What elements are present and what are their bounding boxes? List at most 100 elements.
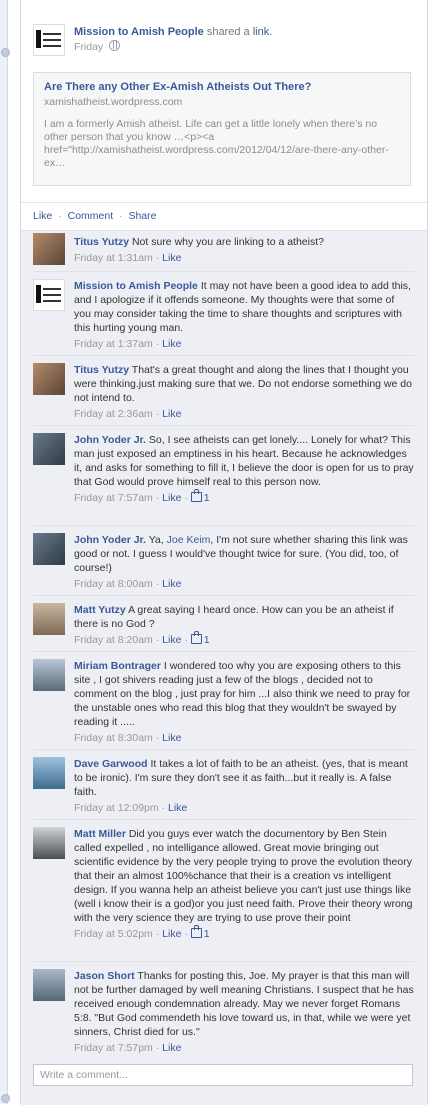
- page-logo[interactable]: [33, 24, 65, 56]
- like-count: 1: [203, 634, 210, 646]
- comment-text-prefix: Ya,: [148, 534, 164, 546]
- comment-author[interactable]: Matt Yutzy: [74, 604, 126, 616]
- comment-time[interactable]: Friday at 8:00am: [74, 578, 153, 590]
- globe-icon[interactable]: [109, 40, 121, 51]
- comment-time[interactable]: Friday at 8:20am: [74, 634, 153, 646]
- avatar[interactable]: [33, 363, 65, 395]
- meta-separator: ·: [184, 634, 188, 646]
- comment-time[interactable]: Friday at 7:57pm: [74, 1042, 153, 1054]
- comment-time[interactable]: Friday at 1:37am: [74, 338, 153, 350]
- comment: Matt Yutzy A great saying I heard once. …: [33, 595, 415, 652]
- action-separator: ·: [58, 210, 62, 222]
- avatar[interactable]: [33, 827, 65, 859]
- comment-author[interactable]: Jason Short: [74, 970, 135, 982]
- avatar[interactable]: [33, 603, 65, 635]
- logo-text-line: [43, 45, 61, 47]
- comment-like-count[interactable]: 1: [190, 489, 210, 504]
- comment-time[interactable]: Friday at 12:09pm: [74, 802, 159, 814]
- timeline-dot: [1, 1094, 10, 1103]
- comment-like-button[interactable]: Like: [162, 578, 181, 590]
- mention-link[interactable]: Joe Keim: [167, 534, 211, 546]
- comment-time[interactable]: Friday at 7:57am: [74, 492, 153, 504]
- post-time[interactable]: Friday: [74, 41, 103, 53]
- meta-separator: ·: [161, 802, 166, 814]
- write-comment-input[interactable]: Write a comment...: [33, 1064, 413, 1086]
- comment-like-count[interactable]: 1: [190, 925, 210, 940]
- meta-separator: ·: [155, 252, 160, 264]
- shared-link-description: I am a formerly Amish atheist. Life can …: [44, 118, 389, 169]
- shared-link-title[interactable]: Are There any Other Ex-Amish Atheists Ou…: [44, 81, 400, 94]
- timeline-line: [0, 0, 8, 1104]
- comment-button[interactable]: Comment: [68, 210, 114, 222]
- comment-time[interactable]: Friday at 2:36am: [74, 408, 153, 420]
- post-header: Mission to Amish People shared a link. F…: [33, 22, 423, 62]
- thumbs-up-icon: [190, 489, 202, 502]
- page-name-link[interactable]: Mission to Amish People: [74, 26, 204, 38]
- comment-author[interactable]: John Yoder Jr.: [74, 534, 146, 546]
- post-card: Mission to Amish People shared a link. F…: [20, 0, 428, 1105]
- shared-link[interactable]: link.: [253, 26, 273, 38]
- comment: Titus Yutzy Not sure why you are linking…: [33, 231, 415, 272]
- comment-like-button[interactable]: Like: [162, 338, 181, 350]
- comment-like-button[interactable]: Like: [168, 802, 187, 814]
- post-actions: Like · Comment · Share: [21, 202, 427, 230]
- action-separator: ·: [119, 210, 123, 222]
- shared-link-domain: xamishatheist.wordpress.com: [44, 96, 183, 108]
- comment: Titus Yutzy That's a great thought and a…: [33, 355, 415, 426]
- meta-separator: ·: [155, 928, 160, 940]
- comment: Miriam Bontrager I wondered too why you …: [33, 651, 415, 750]
- thumbs-up-icon: [190, 631, 202, 644]
- comment-like-button[interactable]: Like: [162, 928, 181, 940]
- meta-separator: ·: [184, 492, 188, 504]
- meta-separator: ·: [155, 408, 160, 420]
- shared-text: shared a: [206, 26, 250, 38]
- comments-section: Titus Yutzy Not sure why you are linking…: [21, 230, 427, 1105]
- comment-author[interactable]: Mission to Amish People: [74, 280, 198, 292]
- comment-author[interactable]: Matt Miller: [74, 828, 126, 840]
- avatar[interactable]: [33, 659, 65, 691]
- meta-separator: ·: [155, 634, 160, 646]
- comment-author[interactable]: John Yoder Jr.: [74, 434, 146, 446]
- comment: John Yoder Jr. So, I see atheists can ge…: [33, 425, 415, 526]
- comment-author[interactable]: Titus Yutzy: [74, 364, 129, 376]
- logo-mark: [36, 30, 41, 48]
- meta-separator: ·: [155, 492, 160, 504]
- comment-author[interactable]: Titus Yutzy: [74, 236, 129, 248]
- comment-time[interactable]: Friday at 8:30am: [74, 732, 153, 744]
- logo-text-line: [43, 39, 61, 41]
- avatar[interactable]: [33, 279, 65, 311]
- meta-separator: ·: [155, 732, 160, 744]
- avatar[interactable]: [33, 533, 65, 565]
- comment-like-button[interactable]: Like: [162, 492, 181, 504]
- comment-author[interactable]: Dave Garwood: [74, 758, 148, 770]
- comment-like-button[interactable]: Like: [162, 634, 181, 646]
- avatar[interactable]: [33, 233, 65, 265]
- comment-time[interactable]: Friday at 5:02pm: [74, 928, 153, 940]
- comment-author[interactable]: Miriam Bontrager: [74, 660, 161, 672]
- avatar[interactable]: [33, 433, 65, 465]
- comment-like-button[interactable]: Like: [162, 252, 181, 264]
- comment-like-button[interactable]: Like: [162, 408, 181, 420]
- comment: Dave Garwood It takes a lot of faith to …: [33, 749, 415, 820]
- comment: Matt Miller Did you guys ever watch the …: [33, 819, 415, 962]
- like-count: 1: [203, 492, 210, 504]
- avatar[interactable]: [33, 969, 65, 1001]
- meta-separator: ·: [155, 578, 160, 590]
- comment-like-button[interactable]: Like: [162, 732, 181, 744]
- meta-separator: ·: [184, 928, 188, 940]
- timeline-dot: [1, 48, 10, 57]
- meta-separator: ·: [155, 338, 160, 350]
- meta-separator: ·: [155, 1042, 160, 1054]
- comment-time[interactable]: Friday at 1:31am: [74, 252, 153, 264]
- comment-like-button[interactable]: Like: [162, 1042, 181, 1054]
- comment-text: Did you guys ever watch the documentory …: [74, 828, 413, 924]
- comment-like-count[interactable]: 1: [190, 631, 210, 646]
- like-button[interactable]: Like: [33, 210, 52, 222]
- comment: Jason Short Thanks for posting this, Joe…: [33, 961, 415, 1061]
- comment-text: Not sure why you are linking to a atheis…: [131, 236, 324, 248]
- share-button[interactable]: Share: [128, 210, 156, 222]
- thumbs-up-icon: [190, 925, 202, 938]
- shared-link-preview[interactable]: Are There any Other Ex-Amish Atheists Ou…: [33, 72, 411, 186]
- avatar[interactable]: [33, 757, 65, 789]
- like-count: 1: [203, 928, 210, 940]
